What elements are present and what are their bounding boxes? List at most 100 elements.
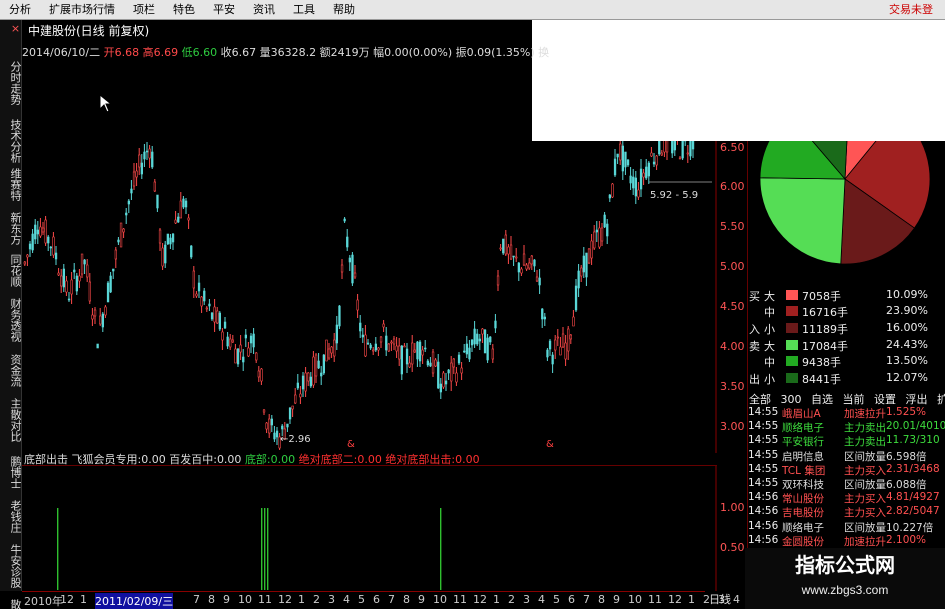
close-icon[interactable]: × [1,22,22,35]
tab-watchlist[interactable]: 自选 [811,393,833,406]
candlestick [559,337,562,356]
date-tick: 9 [613,593,620,606]
candlestick [587,248,591,264]
candlestick [171,233,175,250]
candlestick [351,252,354,286]
candlestick [411,335,414,372]
alert-tab-row: 全部 300 自选 当前 设置 浮出 扩大 [748,391,945,406]
period-selector[interactable]: 日线 [705,591,745,609]
tab-partial[interactable]: 散 [1,594,22,609]
alert-stock: 金圆股份 [782,535,824,548]
tab-expand[interactable]: 扩大 [937,393,945,406]
menu-item-items[interactable]: 项栏 [124,0,164,20]
alert-row[interactable]: 14:55 TCL 集团 主力买入 2.31/3468 [748,463,945,477]
menu-item-features[interactable]: 特色 [164,0,204,20]
tab-current[interactable]: 当前 [843,393,865,406]
alert-time: 14:55 [748,476,779,489]
tab-300[interactable]: 300 [781,393,802,406]
candlestick [353,265,357,279]
trade-login-status[interactable]: 交易未登 [880,0,945,20]
alert-row[interactable]: 14:56 金圆股份 加速拉升 2.100% [748,534,945,548]
indicator-chart[interactable] [22,465,717,591]
candlestick [273,426,276,442]
tab-capital-flow[interactable]: 资金流 [1,348,22,392]
alert-row[interactable]: 14:56 吉电股份 主力买入 2.82/5047 [748,505,945,519]
candlestick [132,163,136,190]
candlestick [392,336,396,350]
menu-item-analysis[interactable]: 分析 [0,0,40,20]
candlestick [431,349,435,377]
tab-stock-diagnosis[interactable]: 牛安诊股 [1,538,22,594]
alert-value: 10.227倍 [886,521,934,534]
price-tick: 5.50 [720,220,745,233]
candlestick [203,288,206,305]
menu-item-news[interactable]: 资讯 [244,0,284,20]
change-value: 0.00(0.00%) [384,46,453,59]
menu-bar: 分析 扩展市场行情 项栏 特色 平安 资讯 工具 帮助 交易未登 [0,0,945,20]
date-tick: 4 [538,593,545,606]
candlestick [424,340,427,352]
open-value: 6.68 [114,46,140,59]
candlestick [439,378,443,399]
candlestick [275,427,279,445]
tab-weisaite[interactable]: 维赛特 [1,162,22,206]
alert-row[interactable]: 14:55 峨眉山A 加速拉升 1.525% [748,406,945,420]
candlestick [296,374,300,390]
candlestick [621,141,625,180]
candlestick [153,179,157,192]
tab-all[interactable]: 全部 [749,393,771,406]
candlestick [658,141,661,156]
candlestick [75,273,79,295]
menu-item-tools[interactable]: 工具 [284,0,324,20]
candlestick [483,329,487,354]
alert-row[interactable]: 14:55 启明信息 区间放量 6.598倍 [748,449,945,463]
alert-row[interactable]: 14:55 顺络电子 主力卖出 20.01/4010 [748,420,945,434]
flow-side: 卖 [749,340,760,353]
candlestick [265,422,268,433]
tab-tonghuashun[interactable]: 同花顺 [1,248,22,292]
candlestick [96,343,99,349]
menu-item-help[interactable]: 帮助 [324,0,364,20]
flow-row: 出小 8441手 12.07% [748,371,945,386]
menu-item-extended-market[interactable]: 扩展市场行情 [40,0,124,20]
candlestick [145,142,149,160]
candlestick [481,328,484,343]
tab-intraday[interactable]: 分时走势 [1,52,22,114]
alert-row[interactable]: 14:55 平安银行 主力卖出 11.73/310 [748,434,945,448]
menu-item-pingan[interactable]: 平安 [204,0,244,20]
tab-main-retail[interactable]: 主散对比 [1,392,22,448]
date-tick: 6 [373,593,380,606]
flow-volume: 7058手 [802,290,841,303]
candlestick [582,247,586,278]
candlestick [270,415,274,432]
candlestick [595,221,599,242]
alert-value: 1.525% [886,406,927,418]
candlestick [533,259,536,272]
date-tick: 3 [328,593,335,606]
candlestick [486,334,489,363]
alert-row[interactable]: 14:55 双环科技 区间放量 6.088倍 [748,477,945,491]
candlestick [548,339,552,356]
tab-xindongfang[interactable]: 新东方 [1,206,22,250]
candlestick [314,353,318,383]
tab-pengboshi[interactable]: 鹏博士 [1,450,22,494]
tab-technical[interactable]: 技术分析 [1,116,22,166]
alert-row[interactable]: 14:56 常山股份 主力买入 4.81/4927 [748,491,945,505]
tab-float[interactable]: 浮出 [906,393,928,406]
alert-stock: 峨眉山A [782,408,821,420]
date-tick: 2 [313,593,320,606]
candlestick [101,312,105,332]
date-tick: 1 [298,593,305,606]
tab-laoqianzhuang[interactable]: 老钱庄 [1,494,22,538]
alert-row[interactable]: 14:56 顺络电子 区间放量 10.227倍 [748,520,945,534]
candlestick [405,343,409,373]
candlestick-chart[interactable]: ←2.96 5.92 - 5.9 & & [22,141,717,453]
candlestick [665,141,669,160]
candlestick [512,255,515,266]
candlestick [564,335,567,366]
tab-financial[interactable]: 财务透视 [1,292,22,348]
close-value: 6.67 [231,46,257,59]
signal-bar [440,508,442,590]
candlestick [509,236,513,260]
tab-settings[interactable]: 设置 [874,393,896,406]
